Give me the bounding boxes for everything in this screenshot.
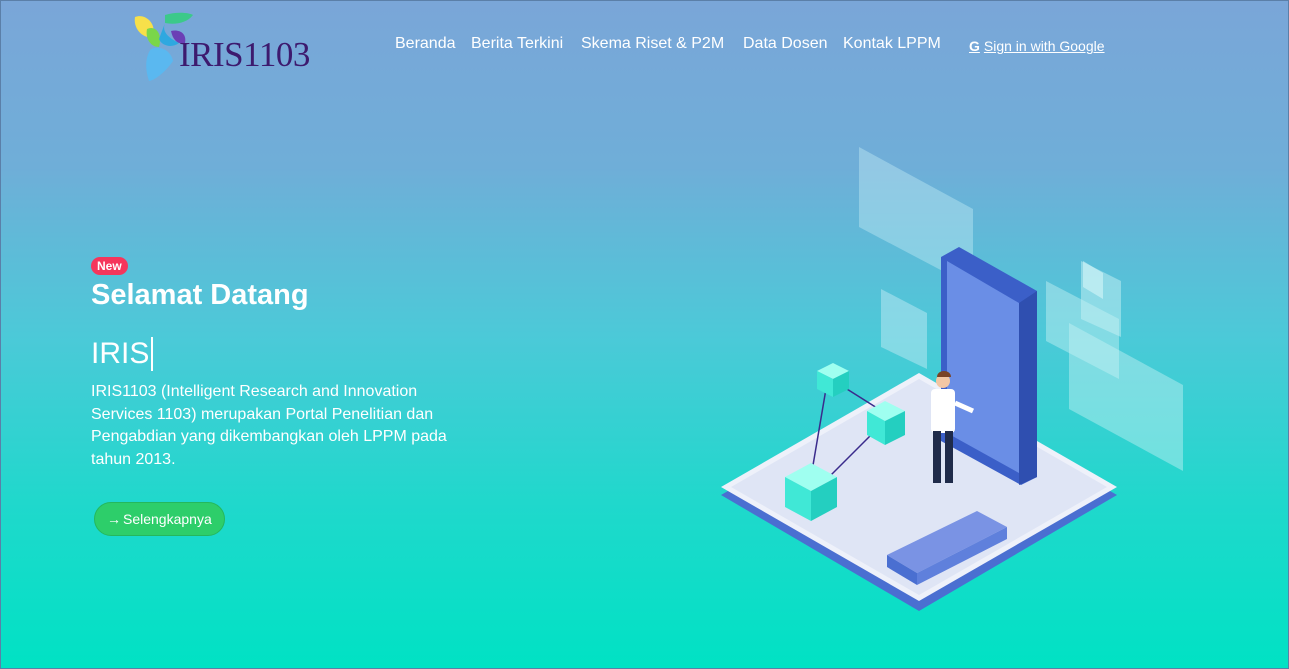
arrow-right-icon: → bbox=[107, 511, 121, 527]
cube-node bbox=[817, 363, 849, 397]
brand-logo[interactable]: IRIS1103 bbox=[131, 9, 310, 83]
nav-berita-terkini[interactable]: Berita Terkini bbox=[471, 35, 563, 53]
selengkapnya-button[interactable]: → Selengkapnya bbox=[94, 502, 225, 536]
isometric-phone-illustration bbox=[721, 147, 1183, 611]
brand-name: IRIS1103 bbox=[179, 35, 310, 74]
cta-label: Selengkapnya bbox=[123, 511, 212, 527]
floating-panel bbox=[881, 289, 927, 369]
google-signin-link[interactable]: G Sign in with Google bbox=[969, 38, 1105, 54]
nav-data-dosen[interactable]: Data Dosen bbox=[743, 35, 828, 53]
google-g-icon: G bbox=[969, 38, 980, 54]
nav-kontak-lppm[interactable]: Kontak LPPM bbox=[843, 35, 941, 53]
nav-beranda[interactable]: Beranda bbox=[395, 35, 456, 53]
floating-panel bbox=[1069, 323, 1183, 471]
typing-cursor bbox=[151, 337, 154, 371]
hero-description: IRIS1103 (Intelligent Research and Innov… bbox=[91, 383, 447, 468]
new-badge: New bbox=[91, 257, 128, 275]
typed-word: IRIS bbox=[91, 337, 150, 370]
hero-title: Selamat Datang bbox=[91, 279, 309, 311]
google-signin-label: Sign in with Google bbox=[983, 38, 1105, 54]
nav-skema-riset[interactable]: Skema Riset & P2M bbox=[581, 35, 724, 53]
typed-text: IRIS bbox=[91, 337, 154, 371]
